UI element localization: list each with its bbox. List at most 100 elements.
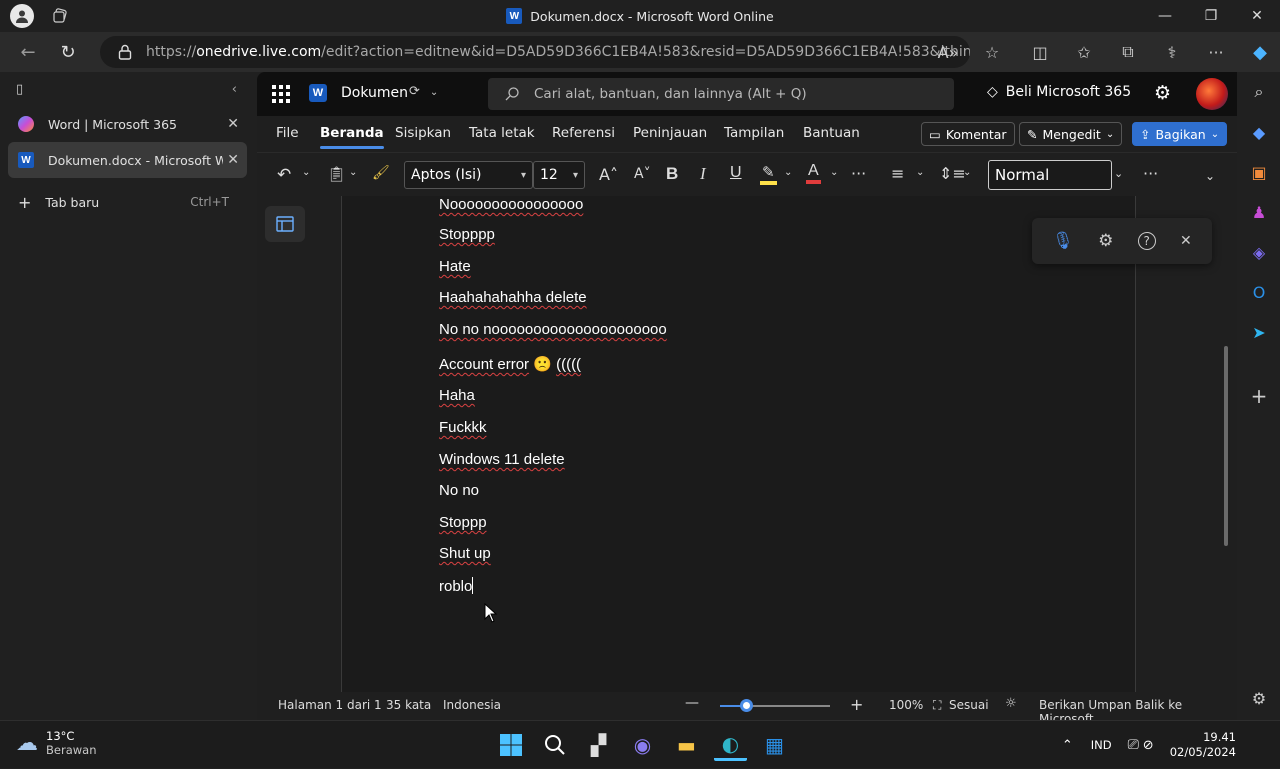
undo-dropdown-icon[interactable]: ⌄ [302, 167, 310, 178]
document-line[interactable]: Shut up [439, 545, 491, 562]
tools-icon[interactable]: ▣ [1249, 162, 1269, 182]
zoom-slider-knob[interactable] [740, 699, 754, 712]
document-line[interactable]: Windows 11 delete [439, 451, 565, 468]
microphone-icon[interactable]: 🎙︎ [1052, 231, 1074, 251]
tab-sisipkan[interactable]: Sisipkan [395, 125, 451, 141]
dictation-settings-icon[interactable]: ⚙ [1098, 231, 1113, 251]
tab-bantuan[interactable]: Bantuan [803, 125, 860, 141]
line-spacing-icon[interactable]: ⇕≡ [939, 164, 966, 183]
style-select[interactable]: Normal [988, 160, 1112, 190]
document-line[interactable]: Hate [439, 258, 471, 275]
grow-font-icon[interactable]: A˄ [599, 165, 618, 184]
read-aloud-icon[interactable]: A» [926, 36, 970, 68]
document-line[interactable]: No no nooooooooooooooooooooo [439, 321, 667, 338]
highlight-icon[interactable]: ✎ [760, 163, 777, 185]
network-icon[interactable]: ⎚ [1128, 737, 1139, 753]
zoom-in-icon[interactable]: + [850, 695, 863, 714]
tab-beranda[interactable]: Beranda [320, 125, 384, 149]
input-language[interactable]: IND [1091, 738, 1112, 752]
fit-icon[interactable]: ⛶ [933, 698, 941, 713]
start-icon[interactable] [494, 729, 527, 761]
app-launcher-icon[interactable] [272, 85, 290, 103]
comment-button[interactable]: ▭ Komentar [921, 122, 1015, 146]
close-window-button[interactable]: ✕ [1234, 0, 1280, 32]
format-painter-icon[interactable]: 🖌︎ [372, 165, 390, 181]
more-font-options-icon[interactable]: ··· [851, 164, 866, 183]
sidebar-settings-icon[interactable]: ⚙ [1249, 688, 1269, 708]
weather-widget[interactable]: ☁ 13°C Berawan [16, 729, 96, 757]
settings-gear-icon[interactable]: ⚙ [1154, 82, 1171, 104]
zoom-level[interactable]: 100% [889, 698, 923, 712]
favorites-icon[interactable]: ✩ [1062, 36, 1106, 68]
paste-dropdown-icon[interactable]: ⌄ [349, 167, 357, 178]
help-icon[interactable]: ? [1137, 232, 1156, 250]
font-size-select[interactable]: 12 ▾ [533, 161, 585, 189]
font-color-icon[interactable]: A [806, 162, 821, 184]
send-icon[interactable]: ➤ [1249, 322, 1269, 342]
volume-mute-icon[interactable]: ⊘ [1143, 738, 1154, 753]
fit-label[interactable]: Sesuai [949, 698, 989, 712]
extensions-icon[interactable]: ⚕ [1150, 36, 1194, 68]
expand-ribbon-icon[interactable]: ⌄ [1205, 169, 1215, 183]
chevron-down-icon[interactable]: ⌄ [430, 87, 438, 99]
document-line[interactable]: Haha [439, 387, 475, 404]
more-options-icon[interactable]: ··· [1194, 36, 1238, 68]
search-taskbar-icon[interactable] [538, 729, 571, 761]
address-bar[interactable]: https://onedrive.live.com/edit?action=ed… [100, 36, 970, 68]
games-icon[interactable]: ♟ [1249, 202, 1269, 222]
lock-icon[interactable] [118, 44, 132, 60]
back-button[interactable]: ← [8, 36, 48, 68]
font-color-dropdown-icon[interactable]: ⌄ [830, 167, 838, 178]
document-line[interactable]: Stoppp [439, 514, 487, 531]
task-view-icon[interactable]: ▞ [582, 729, 615, 761]
search-icon[interactable]: ⌕ [1249, 82, 1269, 102]
minimize-button[interactable]: — [1142, 0, 1188, 32]
split-screen-icon[interactable]: ◫ [1018, 36, 1062, 68]
undo-icon[interactable]: ↶ [277, 165, 291, 185]
add-app-icon[interactable]: + [1249, 384, 1269, 408]
underline-icon[interactable]: U [730, 164, 742, 182]
tab-word-microsoft-365[interactable]: Word | Microsoft 365 ✕ [8, 106, 247, 142]
store-icon[interactable]: ▦ [758, 729, 791, 761]
align-dropdown-icon[interactable]: ⌄ [916, 167, 924, 178]
favorite-star-icon[interactable]: ☆ [970, 36, 1014, 68]
word-count[interactable]: 35 kata [386, 698, 431, 712]
document-line[interactable]: Haahahahahha delete [439, 289, 587, 306]
outlook-icon[interactable]: O [1249, 282, 1269, 302]
document-line[interactable]: Fuckkk [439, 419, 487, 436]
tab-tata-letak[interactable]: Tata letak [469, 125, 535, 141]
close-dictation-icon[interactable]: ✕ [1180, 233, 1192, 249]
italic-icon[interactable]: I [700, 164, 706, 184]
tab-referensi[interactable]: Referensi [552, 125, 615, 141]
navigation-pane-icon[interactable] [265, 206, 305, 242]
share-button[interactable]: ⇪ Bagikan ⌄ [1132, 122, 1228, 146]
edge-icon[interactable]: ◐ [714, 729, 747, 761]
brightness-icon[interactable]: ☼ [1005, 696, 1017, 711]
collapse-pane-icon[interactable]: ‹ [232, 82, 237, 97]
copilot-icon[interactable]: ◆ [1238, 36, 1280, 68]
highlight-dropdown-icon[interactable]: ⌄ [784, 167, 792, 178]
document-name[interactable]: Dokumen [341, 85, 408, 101]
zoom-slider[interactable] [720, 699, 830, 712]
chat-icon[interactable]: ◉ [626, 729, 659, 761]
editing-mode-button[interactable]: ✎ Mengedit ⌄ [1019, 122, 1123, 146]
paste-icon[interactable]: 📋︎ [327, 165, 346, 183]
chevron-up-icon[interactable]: ⌃ [1062, 738, 1073, 753]
close-tab-icon[interactable]: ✕ [227, 116, 239, 132]
tab-actions-icon[interactable]: ▯ [16, 82, 23, 97]
tab-peninjauan[interactable]: Peninjauan [633, 125, 707, 141]
collections-icon[interactable]: ⧉ [1106, 36, 1150, 68]
shopping-icon[interactable]: ◆ [1249, 122, 1269, 142]
tab-file[interactable]: File [276, 125, 299, 141]
document-line[interactable]: Account error 🙁 ((((( [439, 355, 581, 373]
document-page[interactable]: Noooooooooooooooo Stopppp Hate Haahahaha… [341, 196, 1136, 692]
document-line[interactable]: Noooooooooooooooo [439, 196, 583, 213]
buy-microsoft-365-button[interactable]: ◇ Beli Microsoft 365 [987, 84, 1131, 100]
shrink-font-icon[interactable]: A˅ [634, 166, 651, 182]
new-tab-button[interactable]: + Tab baru Ctrl+T [8, 184, 247, 220]
clock[interactable]: 19.41 02/05/2024 [1170, 730, 1236, 760]
language-status[interactable]: Indonesia [443, 698, 501, 712]
more-options-icon[interactable]: ··· [1143, 164, 1158, 183]
font-name-select[interactable]: Aptos (Isi) ▾ [404, 161, 533, 189]
file-explorer-icon[interactable]: ▬ [670, 729, 703, 761]
